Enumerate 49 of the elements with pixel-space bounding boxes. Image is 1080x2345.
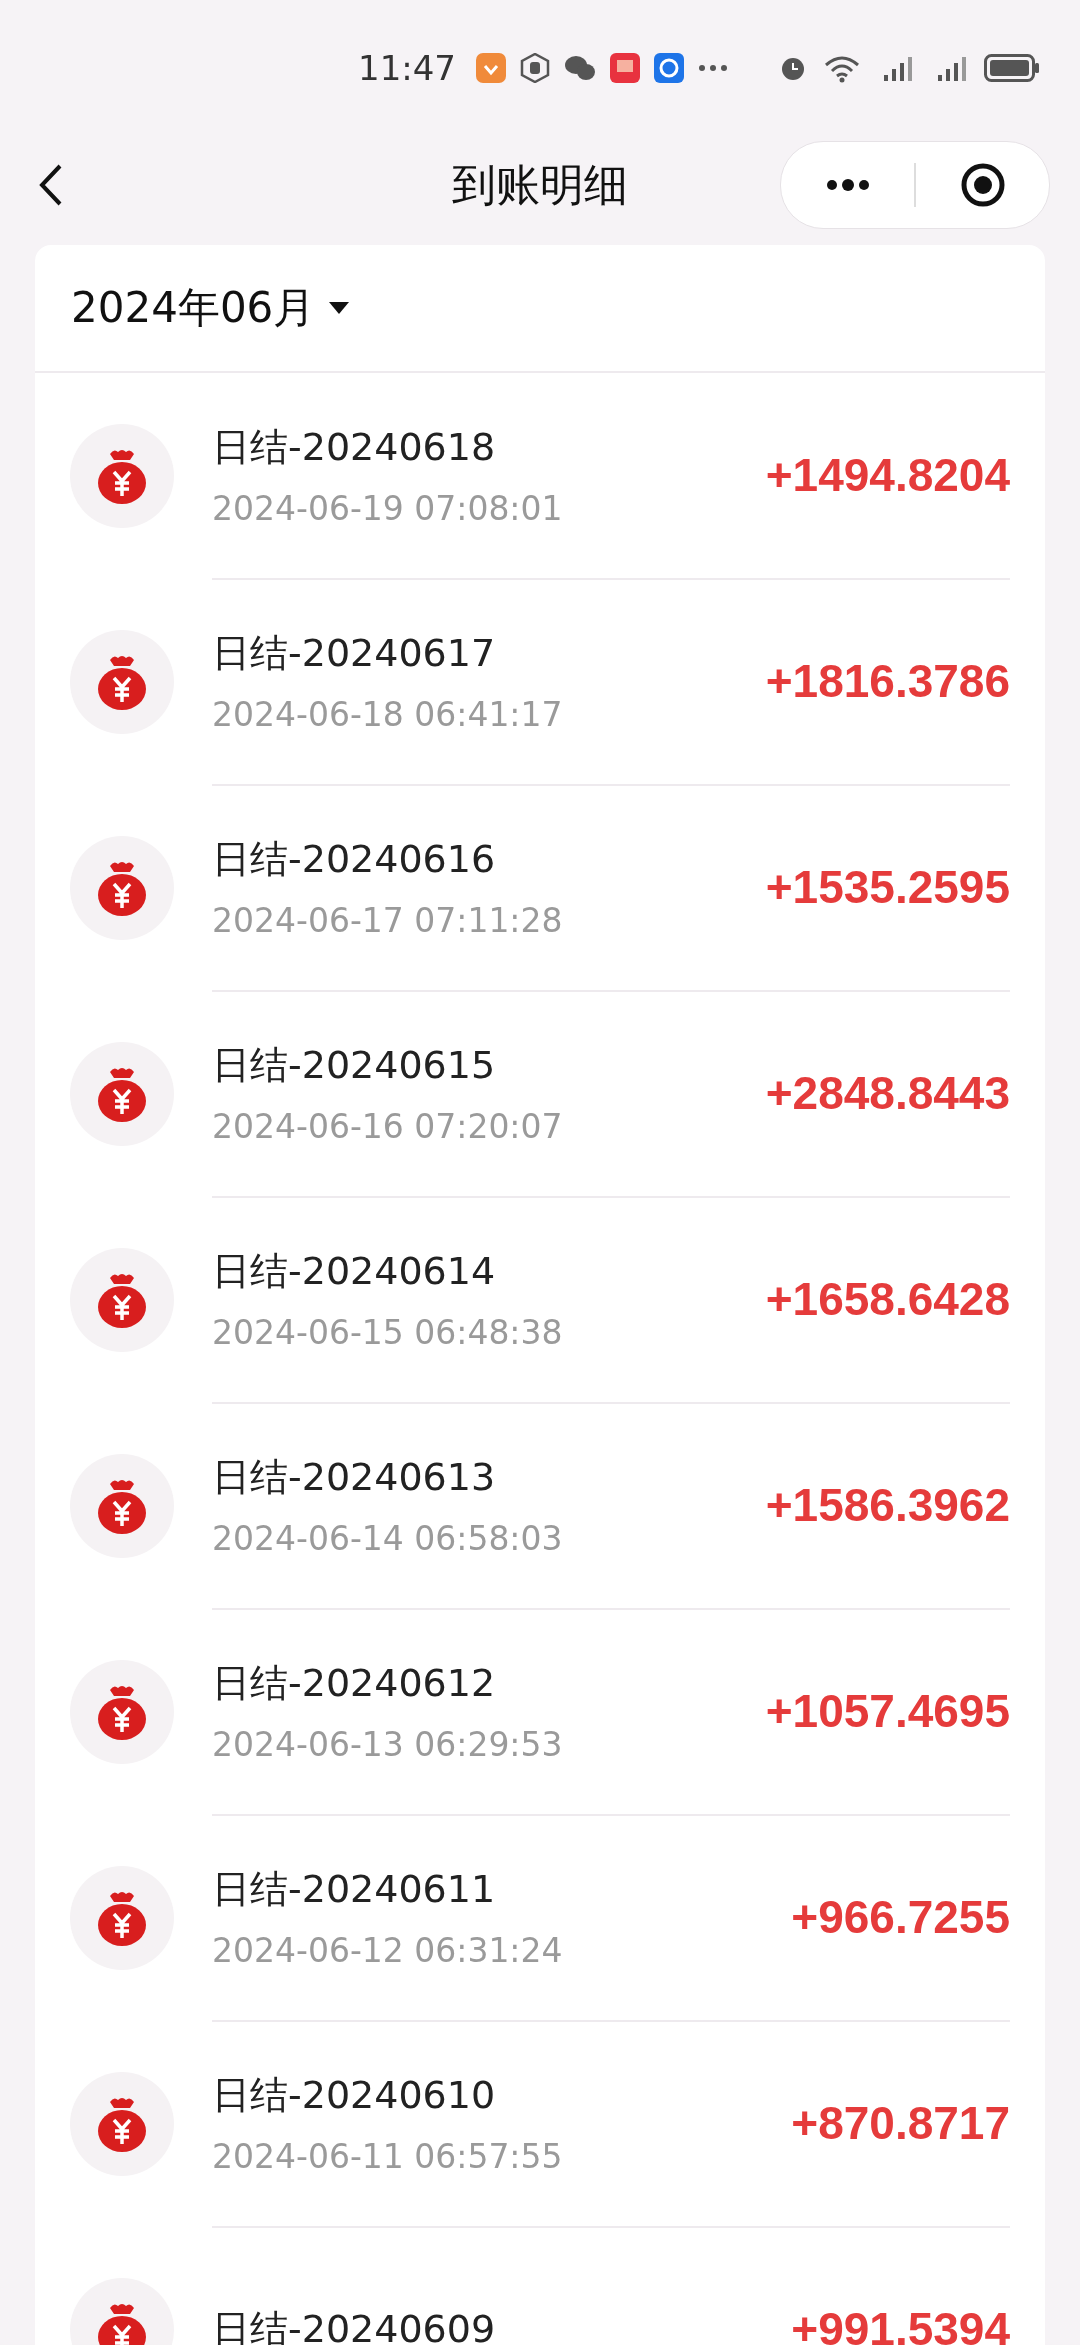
entry-time: 2024-06-13 06:29:53	[212, 1725, 564, 1764]
money-bag-icon	[96, 1272, 148, 1328]
entry-time: 2024-06-11 06:57:55	[212, 2137, 564, 2176]
app-notification-icon	[654, 52, 684, 83]
entry-title: 日结-20240618	[212, 424, 497, 471]
entry-time: 2024-06-19 07:08:01	[212, 489, 564, 528]
entry-title: 日结-20240613	[212, 1454, 497, 1501]
entry-amount: +870.8717	[791, 2096, 1010, 2150]
money-bag-icon	[96, 1890, 148, 1946]
more-icon	[698, 63, 728, 72]
battery-icon	[984, 53, 1040, 82]
entry-amount: +991.5394	[791, 2302, 1010, 2345]
entry-amount: +1494.8204	[765, 448, 1010, 502]
entry-title: 日结-20240616	[212, 836, 497, 883]
entry-time: 2024-06-14 06:58:03	[212, 1519, 564, 1558]
entry-time: 2024-06-15 06:48:38	[212, 1313, 564, 1352]
entry-amount: +1535.2595	[765, 860, 1010, 914]
money-bag-icon	[96, 1684, 148, 1740]
entry-title: 日结-20240617	[212, 630, 497, 677]
entry-amount: +966.7255	[791, 1890, 1010, 1944]
more-icon	[825, 179, 870, 191]
entry-amount: +1057.4695	[765, 1684, 1010, 1738]
entry-amount: +2848.8443	[765, 1066, 1010, 1120]
entry-title: 日结-20240611	[212, 1866, 497, 1913]
money-bag-icon	[96, 1478, 148, 1534]
entry-title: 日结-20240610	[212, 2072, 497, 2119]
money-bag-icon	[96, 1066, 148, 1122]
entry-title: 日结-20240614	[212, 1248, 497, 1295]
money-bag-icon	[96, 860, 148, 916]
entry-amount: +1586.3962	[765, 1478, 1010, 1532]
app-notification-icon	[476, 52, 506, 83]
money-bag-icon	[96, 2302, 148, 2345]
entry-time: 2024-06-17 07:11:28	[212, 901, 564, 940]
status-time: 11:47	[358, 47, 456, 88]
entry-time: 2024-06-18 06:41:17	[212, 695, 564, 734]
entry-time: 2024-06-12 06:31:24	[212, 1931, 564, 1970]
entry-title: 日结-20240612	[212, 1660, 497, 1707]
month-picker[interactable]: 2024年06月	[35, 245, 1045, 373]
page-title: 到账明细	[452, 157, 628, 212]
money-bag-icon	[96, 2096, 148, 2152]
entry-amount: +1658.6428	[765, 1272, 1010, 1326]
chat-icon	[564, 53, 596, 82]
dropdown-icon	[329, 302, 350, 314]
app-notification-icon	[610, 52, 640, 83]
entry-time: 2024-06-16 07:20:07	[212, 1107, 564, 1146]
entry-title: 日结-20240615	[212, 1042, 497, 1089]
money-bag-icon	[96, 654, 148, 710]
entry-amount: +1816.3786	[765, 654, 1010, 708]
money-bag-icon	[96, 448, 148, 504]
